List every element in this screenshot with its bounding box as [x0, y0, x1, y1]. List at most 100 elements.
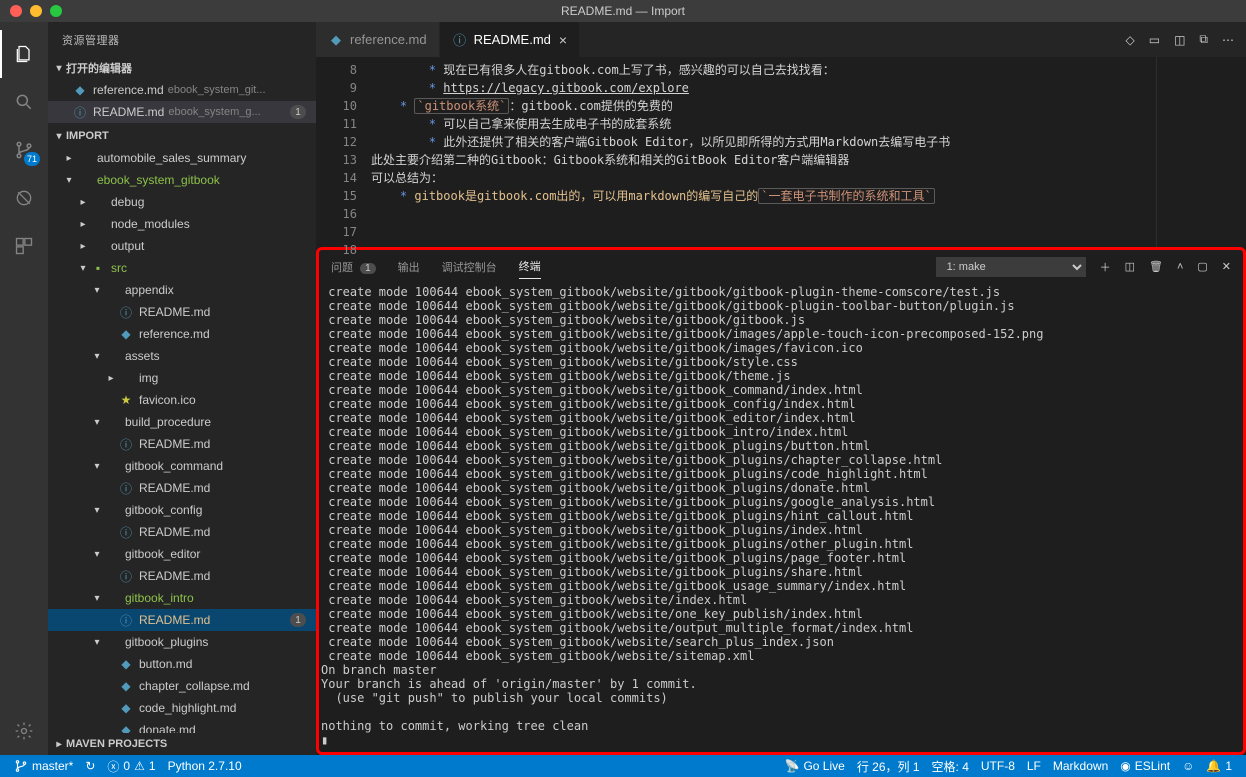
activity-debug[interactable]: [0, 174, 48, 222]
chevron-right-icon: ▸: [52, 739, 66, 750]
tree-item[interactable]: ▾gitbook_editor: [48, 543, 316, 565]
tree-item[interactable]: ★favicon.ico: [48, 389, 316, 411]
tree-item[interactable]: ▾gitbook_plugins: [48, 631, 316, 653]
bug-icon: [14, 188, 34, 208]
status-indent[interactable]: 空格: 4: [926, 755, 975, 777]
activity-search[interactable]: [0, 78, 48, 126]
markdown-file-icon: ◆: [118, 700, 134, 716]
tree-item[interactable]: ▸img: [48, 367, 316, 389]
tree-item[interactable]: ⓘREADME.md: [48, 565, 316, 587]
window-title: README.md — Import: [561, 4, 685, 18]
tree-item[interactable]: ▾build_procedure: [48, 411, 316, 433]
layout-icon[interactable]: ⧉: [1199, 32, 1208, 47]
tree-item[interactable]: ⓘREADME.md: [48, 521, 316, 543]
status-cursor[interactable]: 行 26，列 1: [851, 755, 926, 777]
status-language[interactable]: Markdown: [1047, 755, 1114, 777]
panel-tab-debug-console[interactable]: 调试控制台: [442, 255, 497, 279]
diff-icon[interactable]: ◇: [1126, 33, 1135, 47]
terminal-output[interactable]: create mode 100644 ebook_system_gitbook/…: [319, 283, 1243, 752]
more-icon[interactable]: ⋯: [1222, 33, 1234, 47]
activity-settings[interactable]: [0, 707, 48, 755]
info-file-icon: ⓘ: [118, 568, 134, 584]
tree-item[interactable]: ▾gitbook_command: [48, 455, 316, 477]
chevron-up-icon[interactable]: ˄: [1177, 261, 1183, 273]
status-python[interactable]: Python 2.7.10: [162, 755, 248, 777]
split-terminal-icon[interactable]: ◫: [1125, 260, 1135, 273]
open-editors-header[interactable]: ▾ 打开的编辑器: [48, 57, 316, 79]
status-eslint[interactable]: ◉ ESLint: [1114, 755, 1176, 777]
minimap[interactable]: [1156, 57, 1246, 247]
status-problems[interactable]: ⓧ0 ⚠1: [101, 755, 161, 777]
editor-area: ◆reference.mdⓘREADME.md× ◇ ▭ ◫ ⧉ ⋯ 89101…: [316, 22, 1246, 755]
sidebar-title: 资源管理器: [48, 22, 316, 57]
tree-item[interactable]: ▸node_modules: [48, 213, 316, 235]
maven-header[interactable]: ▸ MAVEN PROJECTS: [48, 733, 316, 755]
tree-item[interactable]: ⓘREADME.md1: [48, 609, 316, 631]
activity-explorer[interactable]: [0, 30, 48, 78]
chevron-icon: ▾: [90, 351, 104, 362]
tree-item[interactable]: ▾ebook_system_gitbook: [48, 169, 316, 191]
tree-item[interactable]: ◆reference.md: [48, 323, 316, 345]
tree-item[interactable]: ▾gitbook_intro: [48, 587, 316, 609]
panel-tab-output[interactable]: 输出: [398, 255, 420, 279]
status-branch[interactable]: master*: [8, 755, 79, 777]
tree-item[interactable]: ◆button.md: [48, 653, 316, 675]
tree-item[interactable]: ▸automobile_sales_summary: [48, 147, 316, 169]
close-window-button[interactable]: [10, 5, 22, 17]
status-feedback[interactable]: ☺: [1176, 755, 1200, 777]
split-icon[interactable]: ◫: [1174, 33, 1185, 47]
folder-icon: ▪: [90, 260, 106, 276]
project-header[interactable]: ▾ IMPORT: [48, 125, 316, 147]
maximize-window-button[interactable]: [50, 5, 62, 17]
status-notifications[interactable]: 🔔 1: [1200, 755, 1238, 777]
tree-item[interactable]: ⓘREADME.md: [48, 301, 316, 323]
status-sync[interactable]: ↻: [79, 755, 101, 777]
extensions-icon: [14, 236, 34, 256]
chevron-icon: ▸: [76, 197, 90, 208]
close-panel-icon[interactable]: ✕: [1222, 260, 1231, 273]
panel-tab-terminal[interactable]: 终端: [519, 254, 541, 279]
tree-item[interactable]: ⓘREADME.md: [48, 477, 316, 499]
tree-item[interactable]: ◆code_highlight.md: [48, 697, 316, 719]
minimize-window-button[interactable]: [30, 5, 42, 17]
status-golive[interactable]: 📡 Go Live: [779, 755, 851, 777]
tree-item[interactable]: ◆chapter_collapse.md: [48, 675, 316, 697]
tree-item[interactable]: ▸output: [48, 235, 316, 257]
activity-scm[interactable]: 71: [0, 126, 48, 174]
chevron-icon: ▾: [76, 263, 90, 274]
tree-item[interactable]: ◆donate.md: [48, 719, 316, 733]
status-encoding[interactable]: UTF-8: [975, 755, 1021, 777]
kill-terminal-icon[interactable]: 🗑: [1149, 260, 1163, 273]
info-file-icon: ⓘ: [118, 304, 134, 320]
code-line: * gitbook是gitbook.com出的，可以用markdown的编写自己…: [371, 187, 1156, 205]
editor-tab[interactable]: ⓘREADME.md×: [440, 22, 580, 57]
tree-item[interactable]: ▾▪src: [48, 257, 316, 279]
chevron-icon: ▾: [90, 417, 104, 428]
new-terminal-icon[interactable]: ＋: [1100, 259, 1111, 275]
open-editor-item[interactable]: ◆reference.mdebook_system_git...: [48, 79, 316, 101]
chevron-icon: ▾: [90, 285, 104, 296]
broadcast-icon: 📡: [785, 759, 800, 773]
tree-item[interactable]: ⓘREADME.md: [48, 433, 316, 455]
smiley-icon: ☺: [1182, 759, 1194, 773]
chevron-down-icon: ▾: [52, 63, 66, 74]
tree-item[interactable]: ▾gitbook_config: [48, 499, 316, 521]
code-line: * 现在已有很多人在gitbook.com上写了书，感兴趣的可以自己去找找看：: [371, 61, 1156, 79]
statusbar: master* ↻ ⓧ0 ⚠1 Python 2.7.10 📡 Go Live …: [0, 755, 1246, 777]
close-tab-icon[interactable]: ×: [559, 32, 567, 48]
editor-tab[interactable]: ◆reference.md: [316, 22, 440, 57]
tab-bar: ◆reference.mdⓘREADME.md× ◇ ▭ ◫ ⧉ ⋯: [316, 22, 1246, 57]
tree-item[interactable]: ▾appendix: [48, 279, 316, 301]
file-tree: ▸automobile_sales_summary▾ebook_system_g…: [48, 147, 316, 733]
tree-item[interactable]: ▾assets: [48, 345, 316, 367]
terminal-select[interactable]: 1: make: [936, 257, 1086, 277]
activity-extensions[interactable]: [0, 222, 48, 270]
info-file-icon: ⓘ: [72, 104, 88, 120]
open-preview-icon[interactable]: ▭: [1149, 33, 1160, 47]
info-file-icon: ⓘ: [118, 612, 134, 628]
open-editor-item[interactable]: ⓘREADME.mdebook_system_g...1: [48, 101, 316, 123]
code-content[interactable]: * 现在已有很多人在gitbook.com上写了书，感兴趣的可以自己去找找看： …: [371, 57, 1156, 247]
tree-item[interactable]: ▸debug: [48, 191, 316, 213]
maximize-panel-icon[interactable]: ▢: [1197, 260, 1207, 273]
status-eol[interactable]: LF: [1021, 755, 1047, 777]
